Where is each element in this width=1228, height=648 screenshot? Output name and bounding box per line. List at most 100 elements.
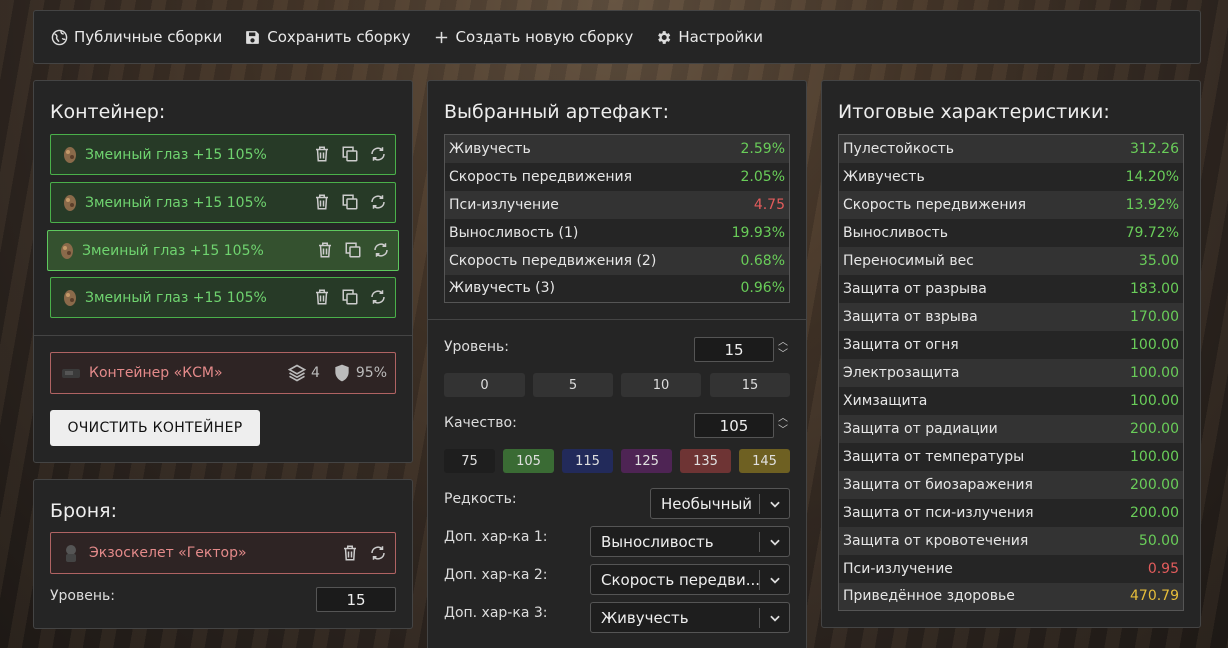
swap-icon[interactable] bbox=[369, 193, 387, 211]
artifact-stats-table: Живучесть 2.59% Скорость передвижения 2.05… bbox=[444, 134, 790, 303]
table-row: Выносливость 79.72% bbox=[838, 218, 1184, 247]
table-row: Электрозащита 100.00 bbox=[838, 358, 1184, 387]
copy-icon[interactable] bbox=[341, 288, 359, 306]
extra1-label: Доп. хар-ка 1: bbox=[444, 529, 548, 545]
copy-icon[interactable] bbox=[341, 145, 359, 163]
stat-value: 470.79 bbox=[1130, 588, 1179, 605]
extra2-select[interactable]: Скорость передви... bbox=[590, 564, 790, 595]
trash-icon[interactable] bbox=[316, 241, 334, 259]
quality-preset-button[interactable]: 105 bbox=[503, 449, 554, 473]
stat-label: Приведённое здоровье bbox=[843, 588, 1015, 605]
stat-value: 50.00 bbox=[1138, 532, 1179, 549]
stat-label: Электрозащита bbox=[843, 364, 960, 381]
armor-item[interactable]: Экзоскелет «Гектор» bbox=[50, 532, 396, 574]
stat-label: Защита от кровотечения bbox=[843, 532, 1029, 549]
new-build-button[interactable]: Создать новую сборку bbox=[433, 28, 633, 46]
stat-label: Пси-излучение bbox=[843, 560, 953, 577]
extra1-select[interactable]: Выносливость bbox=[590, 526, 790, 557]
table-row: Скорость передвижения (2) 0.68% bbox=[444, 246, 790, 275]
level-preset-button[interactable]: 10 bbox=[621, 373, 701, 397]
stat-label: Защита от пси-излучения bbox=[843, 504, 1034, 521]
trash-icon[interactable] bbox=[341, 544, 359, 562]
chevron-up-icon[interactable]: ︿ bbox=[778, 337, 788, 349]
chevron-down-icon[interactable] bbox=[759, 532, 789, 552]
quality-preset-button[interactable]: 115 bbox=[562, 449, 613, 473]
rarity-select[interactable]: Необычный bbox=[650, 488, 790, 519]
chevron-down-icon[interactable] bbox=[759, 608, 789, 628]
rarity-label: Редкость: bbox=[444, 491, 517, 507]
settings-button[interactable]: Настройки bbox=[655, 28, 763, 46]
artifact-name: Змеиный глаз +15 105% bbox=[85, 146, 267, 163]
stat-value: 170.00 bbox=[1130, 308, 1179, 325]
stat-label: Переносимый вес bbox=[843, 252, 974, 269]
copy-icon[interactable] bbox=[341, 193, 359, 211]
level-preset-button[interactable]: 15 bbox=[710, 373, 790, 397]
stat-value: 100.00 bbox=[1130, 392, 1179, 409]
stat-value: 183.00 bbox=[1130, 280, 1179, 297]
stat-value: 0.96% bbox=[740, 280, 785, 297]
stat-label: Защита от биозаражения bbox=[843, 476, 1033, 493]
stat-label: Защита от разрыва bbox=[843, 280, 987, 297]
artifact-icon bbox=[64, 194, 76, 211]
artifact-name: Змеиный глаз +15 105% bbox=[82, 242, 264, 259]
trash-icon[interactable] bbox=[313, 193, 331, 211]
selected-artifact-panel: Выбранный артефакт: Живучесть 2.59% Скоро… bbox=[427, 80, 807, 648]
stat-label: Выносливость bbox=[843, 224, 949, 241]
armor-icon bbox=[66, 545, 76, 562]
save-build-button[interactable]: Сохранить сборку bbox=[244, 28, 411, 46]
extra3-select[interactable]: Живучесть bbox=[590, 602, 790, 633]
container-panel: Контейнер: Змеиный глаз +15 105% Змеиный… bbox=[33, 80, 413, 463]
chevron-down-icon[interactable]: ﹀ bbox=[778, 425, 788, 437]
level-preset-button[interactable]: 0 bbox=[444, 373, 525, 397]
quality-preset-button[interactable]: 125 bbox=[621, 449, 672, 473]
total-stats-panel: Итоговые характеристики: Пулестойкость 31… bbox=[821, 80, 1201, 628]
level-preset-button[interactable]: 5 bbox=[533, 373, 613, 397]
container-item[interactable]: Контейнер «КСМ» 4 95% bbox=[50, 352, 396, 394]
extra3-value: Живучесть bbox=[601, 608, 689, 627]
artifact-slot[interactable]: Змеиный глаз +15 105% bbox=[50, 277, 396, 318]
quality-preset-button[interactable]: 135 bbox=[680, 449, 731, 473]
stat-label: Выносливость (1) bbox=[449, 224, 579, 241]
quality-label: Качество: bbox=[444, 415, 517, 431]
stat-value: 0.68% bbox=[740, 252, 785, 269]
quality-preset-button[interactable]: 75 bbox=[444, 449, 495, 473]
armor-level-input[interactable]: 15 bbox=[316, 587, 396, 612]
table-row: Защита от температуры 100.00 bbox=[838, 442, 1184, 471]
totals-title: Итоговые характеристики: bbox=[838, 101, 1110, 123]
quality-preset-button[interactable]: 145 bbox=[739, 449, 790, 473]
total-stats-table: Пулестойкость 312.26 Живучесть 14.20% Скорос… bbox=[838, 134, 1184, 611]
stat-value: 100.00 bbox=[1130, 448, 1179, 465]
level-input[interactable]: 15 bbox=[694, 337, 774, 362]
public-builds-button[interactable]: Публичные сборки bbox=[51, 28, 222, 46]
table-row: Переносимый вес 35.00 bbox=[838, 246, 1184, 275]
swap-icon[interactable] bbox=[369, 288, 387, 306]
copy-icon[interactable] bbox=[344, 241, 362, 259]
chevron-down-icon[interactable] bbox=[759, 494, 789, 514]
artifact-slot[interactable]: Змеиный глаз +15 105% bbox=[50, 182, 396, 223]
chevron-down-icon[interactable] bbox=[759, 570, 789, 590]
stat-value: 2.05% bbox=[740, 168, 785, 185]
trash-icon[interactable] bbox=[313, 288, 331, 306]
trash-icon[interactable] bbox=[313, 145, 331, 163]
table-row: Скорость передвижения 13.92% bbox=[838, 190, 1184, 219]
table-row: Защита от разрыва 183.00 bbox=[838, 274, 1184, 303]
artifact-slot-selected[interactable]: Змеиный глаз +15 105% bbox=[47, 230, 399, 271]
clear-container-button[interactable]: ОЧИСТИТЬ КОНТЕЙНЕР bbox=[50, 410, 260, 446]
stat-value: 200.00 bbox=[1130, 504, 1179, 521]
container-name: Контейнер «КСМ» bbox=[89, 365, 223, 381]
extra2-label: Доп. хар-ка 2: bbox=[444, 567, 548, 583]
table-row: Живучесть 2.59% bbox=[444, 134, 790, 163]
quality-stepper[interactable]: ︿ ﹀ bbox=[778, 413, 788, 437]
stat-label: Защита от температуры bbox=[843, 448, 1025, 465]
quality-input[interactable]: 105 bbox=[694, 413, 774, 438]
swap-icon[interactable] bbox=[369, 145, 387, 163]
stat-value: 200.00 bbox=[1130, 476, 1179, 493]
table-row: Защита от пси-излучения 200.00 bbox=[838, 498, 1184, 527]
level-stepper[interactable]: ︿ ﹀ bbox=[778, 337, 788, 361]
swap-icon[interactable] bbox=[369, 544, 387, 562]
swap-icon[interactable] bbox=[372, 241, 390, 259]
table-row: Защита от радиации 200.00 bbox=[838, 414, 1184, 443]
chevron-down-icon[interactable]: ﹀ bbox=[778, 349, 788, 361]
chevron-up-icon[interactable]: ︿ bbox=[778, 413, 788, 425]
artifact-slot[interactable]: Змеиный глаз +15 105% bbox=[50, 134, 396, 175]
